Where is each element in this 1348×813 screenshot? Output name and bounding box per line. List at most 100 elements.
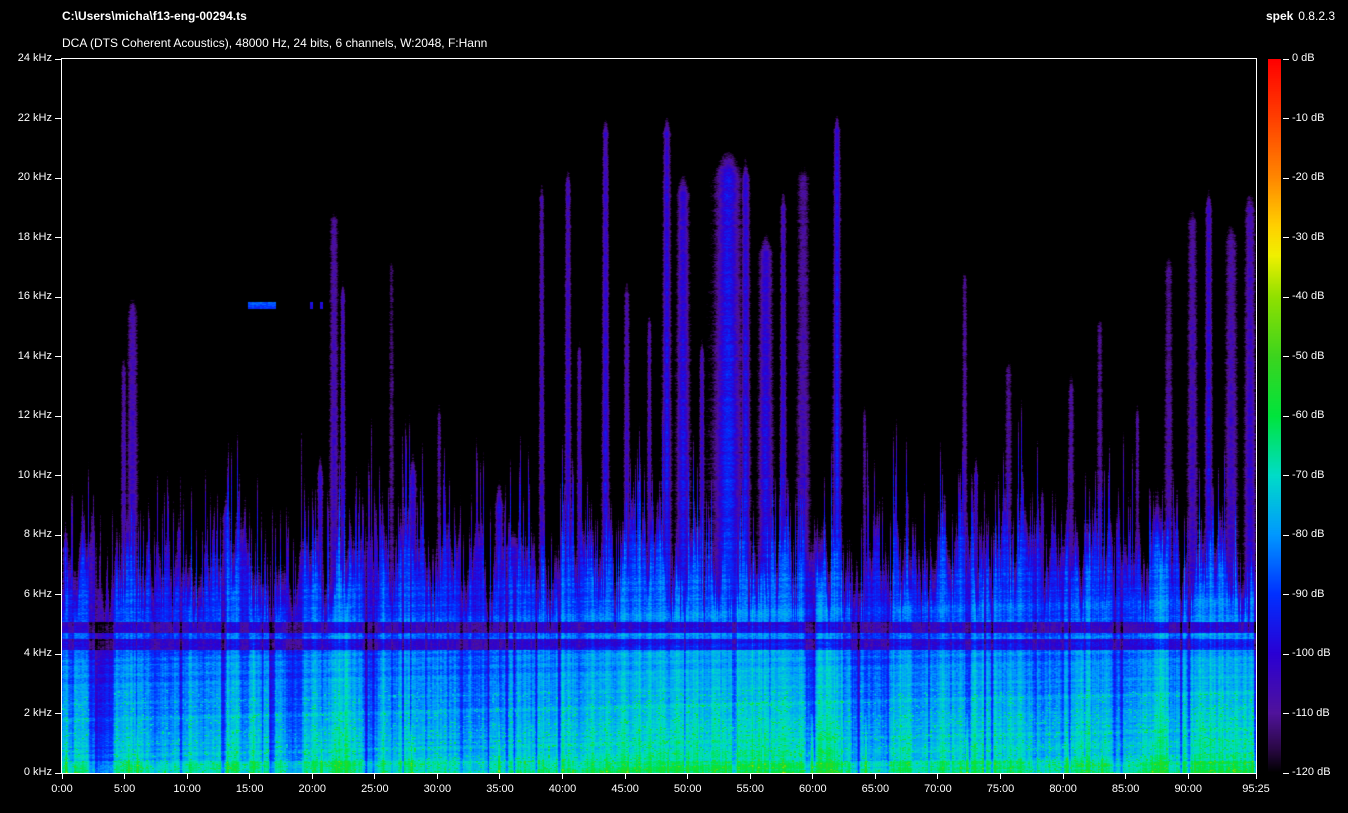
freq-tick xyxy=(55,654,61,655)
time-tick xyxy=(62,774,63,779)
db-colorbar xyxy=(1268,59,1281,773)
time-tick-label: 55:00 xyxy=(720,783,780,795)
freq-tick xyxy=(55,475,61,476)
db-tick xyxy=(1283,594,1289,595)
freq-tick xyxy=(55,178,61,179)
freq-tick-label: 12 kHz xyxy=(2,409,52,421)
db-tick xyxy=(1283,178,1289,179)
db-tick xyxy=(1283,416,1289,417)
time-tick-label: 20:00 xyxy=(282,783,342,795)
audio-format-info: DCA (DTS Coherent Acoustics), 48000 Hz, … xyxy=(62,36,487,50)
freq-tick xyxy=(55,713,61,714)
time-tick xyxy=(812,774,813,779)
freq-tick-label: 6 kHz xyxy=(2,588,52,600)
time-tick xyxy=(1000,774,1001,779)
db-tick xyxy=(1283,356,1289,357)
time-tick-label: 45:00 xyxy=(595,783,655,795)
time-tick-label: 30:00 xyxy=(407,783,467,795)
file-path: C:\Users\micha\f13-eng-00294.ts xyxy=(62,9,247,23)
freq-tick-label: 14 kHz xyxy=(2,350,52,362)
freq-tick xyxy=(55,356,61,357)
time-tick xyxy=(499,774,500,779)
time-tick xyxy=(687,774,688,779)
db-tick xyxy=(1283,237,1289,238)
time-tick-label: 75:00 xyxy=(971,783,1031,795)
freq-tick-label: 18 kHz xyxy=(2,231,52,243)
freq-tick xyxy=(55,535,61,536)
app-version: 0.8.2.3 xyxy=(1298,9,1335,23)
time-tick-label: 35:00 xyxy=(470,783,530,795)
freq-tick-label: 2 kHz xyxy=(2,707,52,719)
time-tick-label: 50:00 xyxy=(658,783,718,795)
app-name: spek xyxy=(1266,9,1293,23)
time-tick xyxy=(437,774,438,779)
time-tick xyxy=(750,774,751,779)
app-brand: spek 0.8.2.3 xyxy=(1266,9,1335,23)
freq-tick-label: 24 kHz xyxy=(2,52,52,64)
freq-tick xyxy=(55,59,61,60)
freq-tick xyxy=(55,416,61,417)
freq-tick-label: 0 kHz xyxy=(2,766,52,778)
freq-tick xyxy=(55,773,61,774)
time-tick xyxy=(937,774,938,779)
time-tick xyxy=(1125,774,1126,779)
db-tick xyxy=(1283,475,1289,476)
freq-tick-label: 16 kHz xyxy=(2,290,52,302)
db-tick-label: -40 dB xyxy=(1292,290,1324,302)
time-tick-label: 0:00 xyxy=(32,783,92,795)
db-tick-label: -50 dB xyxy=(1292,350,1324,362)
freq-tick xyxy=(55,237,61,238)
freq-tick-label: 20 kHz xyxy=(2,171,52,183)
freq-tick-label: 4 kHz xyxy=(2,647,52,659)
time-tick-label: 70:00 xyxy=(908,783,968,795)
time-tick xyxy=(187,774,188,779)
db-tick xyxy=(1283,654,1289,655)
db-tick-label: -90 dB xyxy=(1292,588,1324,600)
time-tick xyxy=(249,774,250,779)
time-tick xyxy=(312,774,313,779)
time-tick-label: 60:00 xyxy=(783,783,843,795)
time-tick xyxy=(625,774,626,779)
db-tick-label: -10 dB xyxy=(1292,112,1324,124)
time-tick-label: 95:25 xyxy=(1226,783,1286,795)
time-tick xyxy=(562,774,563,779)
db-tick-label: 0 dB xyxy=(1292,52,1315,64)
freq-tick xyxy=(55,594,61,595)
db-tick-label: -20 dB xyxy=(1292,171,1324,183)
db-tick-label: -70 dB xyxy=(1292,469,1324,481)
db-tick xyxy=(1283,535,1289,536)
time-tick-label: 80:00 xyxy=(1033,783,1093,795)
time-tick xyxy=(1063,774,1064,779)
time-tick-label: 40:00 xyxy=(533,783,593,795)
time-tick xyxy=(124,774,125,779)
freq-tick xyxy=(55,118,61,119)
time-tick-label: 90:00 xyxy=(1158,783,1218,795)
spectrogram-canvas xyxy=(62,59,1256,773)
time-tick xyxy=(1256,774,1257,779)
db-tick-label: -80 dB xyxy=(1292,528,1324,540)
db-tick xyxy=(1283,713,1289,714)
time-tick xyxy=(875,774,876,779)
time-tick-label: 25:00 xyxy=(345,783,405,795)
time-tick-label: 10:00 xyxy=(157,783,217,795)
spek-window: C:\Users\micha\f13-eng-00294.ts DCA (DTS… xyxy=(0,0,1348,813)
time-tick-label: 85:00 xyxy=(1096,783,1156,795)
db-tick-label: -100 dB xyxy=(1292,647,1331,659)
db-tick-label: -110 dB xyxy=(1292,707,1330,719)
time-tick-label: 15:00 xyxy=(220,783,280,795)
freq-tick xyxy=(55,297,61,298)
db-tick xyxy=(1283,773,1289,774)
db-tick xyxy=(1283,297,1289,298)
freq-tick-label: 10 kHz xyxy=(2,469,52,481)
time-tick xyxy=(1188,774,1189,779)
freq-tick-label: 22 kHz xyxy=(2,112,52,124)
db-tick-label: -30 dB xyxy=(1292,231,1324,243)
time-tick-label: 65:00 xyxy=(845,783,905,795)
freq-tick-label: 8 kHz xyxy=(2,528,52,540)
time-tick-label: 5:00 xyxy=(95,783,155,795)
db-tick-label: -120 dB xyxy=(1292,766,1331,778)
db-tick xyxy=(1283,118,1289,119)
db-tick-label: -60 dB xyxy=(1292,409,1324,421)
time-tick xyxy=(374,774,375,779)
db-tick xyxy=(1283,59,1289,60)
